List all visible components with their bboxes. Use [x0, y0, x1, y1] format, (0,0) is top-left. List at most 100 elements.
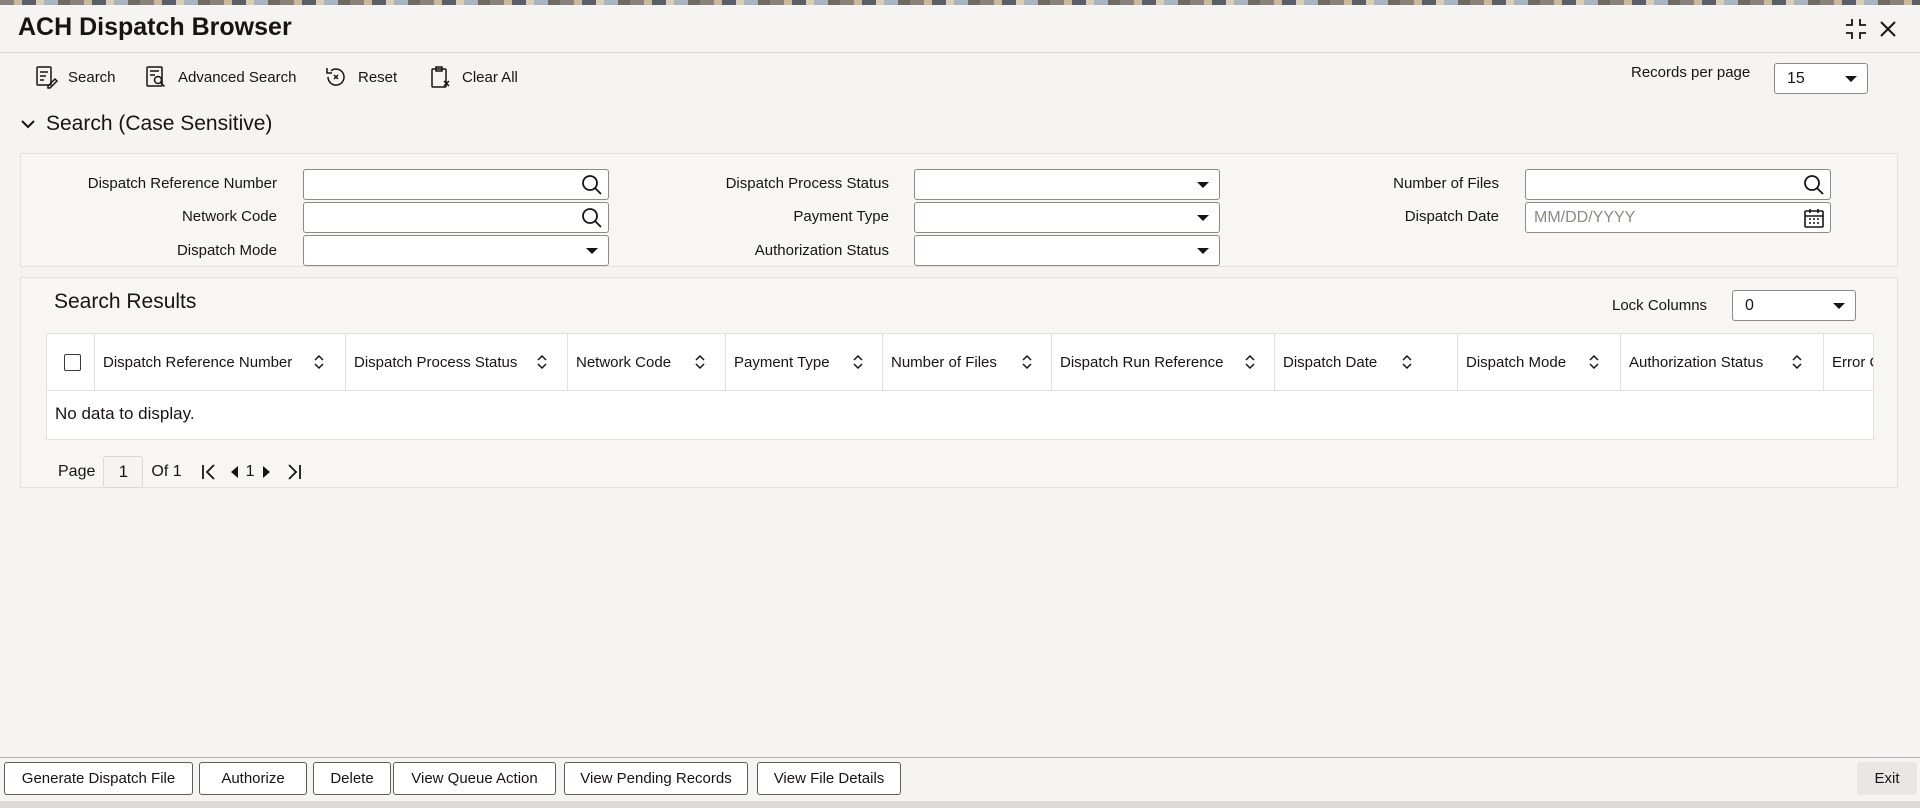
sort-icon[interactable] [1244, 354, 1256, 370]
lock-columns-select[interactable]: 0 [1732, 290, 1856, 321]
search-button[interactable]: Search [34, 62, 116, 92]
sort-icon[interactable] [694, 354, 706, 370]
search-button-label: Search [68, 68, 116, 86]
advanced-search-label: Advanced Search [178, 68, 297, 86]
sort-icon[interactable] [313, 354, 325, 370]
dispatch-mode-label: Dispatch Mode [176, 242, 277, 259]
number-of-files-input[interactable] [1525, 169, 1831, 200]
page-number-input[interactable]: 1 [103, 456, 144, 488]
payment-type-select[interactable] [914, 202, 1220, 233]
column-dispatch-run-reference[interactable]: Dispatch Run Reference [1052, 334, 1275, 391]
records-per-page-label: Records per page [1631, 64, 1751, 81]
previous-page-icon[interactable] [228, 461, 242, 483]
records-per-page-value: 15 [1787, 69, 1805, 87]
column-number-of-files[interactable]: Number of Files [883, 334, 1052, 391]
column-header-label: Network Code [576, 354, 672, 371]
column-payment-type[interactable]: Payment Type [726, 334, 883, 391]
pagination: Page 1 Of 1 1 [58, 456, 305, 488]
delete-button[interactable]: Delete [313, 762, 391, 795]
column-header-label: Number of Files [891, 354, 997, 371]
dispatch-reference-number-input[interactable] [303, 169, 609, 200]
dispatch-process-status-label: Dispatch Process Status [725, 175, 889, 192]
dispatch-reference-number-label: Dispatch Reference Number [87, 175, 277, 192]
view-file-details-button[interactable]: View File Details [757, 762, 901, 795]
reset-icon [326, 68, 345, 86]
view-queue-action-button[interactable]: View Queue Action [393, 762, 556, 795]
sort-icon[interactable] [1791, 354, 1803, 370]
column-dispatch-reference-number[interactable]: Dispatch Reference Number [95, 334, 346, 391]
dispatch-date-placeholder: MM/DD/YYYY [1534, 208, 1636, 226]
chevron-down-icon [1197, 182, 1209, 188]
search-section-toggle[interactable]: Search (Case Sensitive) [20, 112, 272, 136]
column-header-label: Dispatch Process Status [354, 354, 518, 371]
clear-all-label: Clear All [462, 68, 518, 86]
results-table: Dispatch Reference Number Dispatch Proce… [46, 333, 1874, 440]
exit-button[interactable]: Exit [1857, 762, 1917, 795]
column-error-code[interactable]: Error C [1824, 334, 1873, 391]
search-form-icon [36, 66, 58, 89]
view-pending-records-button[interactable]: View Pending Records [564, 762, 748, 795]
column-authorization-status[interactable]: Authorization Status [1621, 334, 1824, 391]
calendar-icon[interactable] [1802, 206, 1826, 230]
page-count-label: Of 1 [151, 463, 182, 480]
empty-results-message: No data to display. [55, 404, 195, 423]
clear-all-button[interactable]: Clear All [428, 62, 518, 92]
page-label: Page [58, 463, 96, 480]
column-dispatch-date[interactable]: Dispatch Date [1275, 334, 1458, 391]
generate-dispatch-file-button[interactable]: Generate Dispatch File [4, 762, 193, 795]
page-number-link[interactable]: 1 [246, 463, 255, 481]
sort-icon[interactable] [852, 354, 864, 370]
next-page-icon[interactable] [259, 461, 273, 483]
column-header-label: Dispatch Reference Number [103, 354, 293, 371]
advanced-search-button[interactable]: Advanced Search [144, 62, 296, 92]
dispatch-date-input[interactable]: MM/DD/YYYY [1525, 202, 1831, 233]
chevron-down-icon [1197, 215, 1209, 221]
reset-button[interactable]: Reset [324, 62, 397, 92]
sort-icon[interactable] [1588, 354, 1600, 370]
column-header-label: Payment Type [734, 354, 830, 371]
select-all-column [47, 334, 95, 391]
records-per-page-select[interactable]: 15 [1774, 63, 1868, 94]
title-bar: ACH Dispatch Browser [0, 5, 1920, 53]
column-header-label: Dispatch Mode [1466, 354, 1567, 371]
close-icon[interactable] [1876, 17, 1900, 41]
network-code-label: Network Code [181, 208, 277, 225]
network-code-input[interactable] [303, 202, 609, 233]
search-criteria-panel: Dispatch Reference Number Network Code D… [20, 153, 1898, 267]
first-page-icon[interactable] [198, 461, 220, 483]
collapse-icon[interactable] [1844, 17, 1868, 41]
column-dispatch-mode[interactable]: Dispatch Mode [1458, 334, 1621, 391]
last-page-icon[interactable] [283, 461, 305, 483]
chevron-down-icon [21, 120, 35, 129]
search-results-title: Search Results [54, 290, 197, 313]
number-of-files-label: Number of Files [1393, 175, 1499, 192]
sort-icon[interactable] [1021, 354, 1033, 370]
advanced-search-icon [146, 66, 166, 88]
chevron-down-icon [1845, 76, 1857, 82]
search-icon[interactable] [1802, 173, 1826, 197]
authorization-status-select[interactable] [914, 235, 1220, 266]
payment-type-label: Payment Type [793, 208, 889, 225]
current-page-value: 1 [118, 462, 129, 481]
sort-icon[interactable] [1401, 354, 1413, 370]
column-dispatch-process-status[interactable]: Dispatch Process Status [346, 334, 568, 391]
dispatch-process-status-select[interactable] [914, 169, 1220, 200]
lock-columns-label: Lock Columns [1612, 297, 1708, 314]
column-header-label: Error C [1832, 354, 1873, 371]
chevron-down-icon [1197, 248, 1209, 254]
page-title: ACH Dispatch Browser [18, 13, 292, 41]
column-network-code[interactable]: Network Code [568, 334, 726, 391]
table-header: Dispatch Reference Number Dispatch Proce… [47, 334, 1873, 391]
column-header-label: Dispatch Date [1283, 354, 1378, 371]
sort-icon[interactable] [536, 354, 548, 370]
dispatch-date-label: Dispatch Date [1404, 208, 1499, 225]
clipboard-clear-icon [431, 66, 450, 88]
lock-columns-value: 0 [1745, 296, 1754, 314]
reset-button-label: Reset [358, 68, 398, 86]
select-all-checkbox[interactable] [64, 354, 81, 371]
dispatch-mode-select[interactable] [303, 235, 609, 266]
footer-bottom-bar [0, 801, 1920, 808]
column-header-label: Authorization Status [1629, 354, 1764, 371]
authorize-button[interactable]: Authorize [199, 762, 307, 795]
authorization-status-label: Authorization Status [754, 242, 889, 259]
